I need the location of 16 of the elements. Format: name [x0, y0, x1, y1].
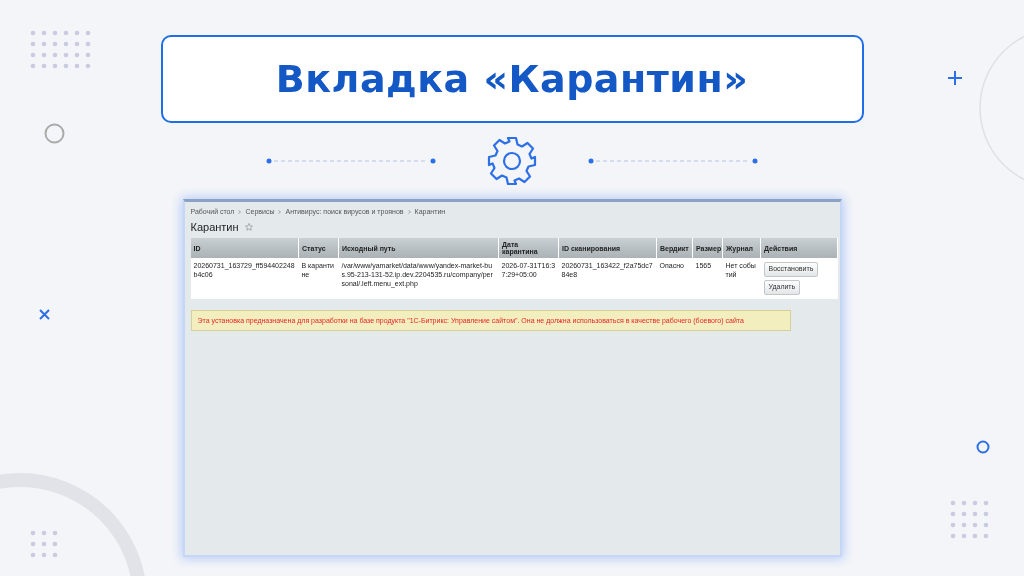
- circle-icon: [44, 123, 65, 144]
- chevron-icon: [278, 209, 282, 214]
- plus-icon: [948, 71, 962, 85]
- chevron-icon: [238, 209, 242, 214]
- dotted-line-icon: [588, 158, 758, 164]
- cross-icon: [39, 309, 50, 320]
- star-icon[interactable]: [244, 223, 253, 231]
- chevron-icon: [407, 209, 411, 214]
- dot-grid-icon: [950, 500, 989, 539]
- dot-grid-icon: [30, 30, 91, 69]
- gear-icon: [486, 135, 538, 187]
- page-title: Карантин: [190, 221, 239, 233]
- slide-title: Вкладка «Карантин»: [275, 57, 749, 101]
- dotted-line-icon: [266, 158, 436, 164]
- dot-grid-icon: [30, 530, 58, 558]
- circle-icon: [976, 440, 990, 454]
